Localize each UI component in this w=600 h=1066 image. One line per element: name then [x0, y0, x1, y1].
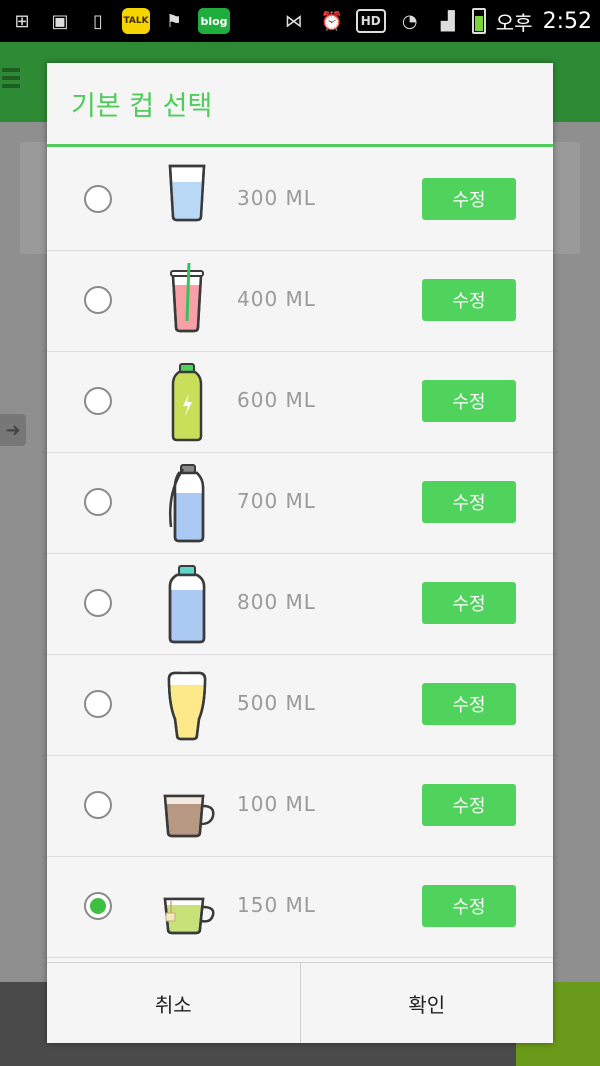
cup-radio[interactable]: [84, 387, 112, 415]
cup-volume: 600 ML: [237, 388, 316, 412]
edit-button[interactable]: 수정: [422, 885, 516, 927]
tea-cup-icon: [163, 897, 215, 935]
straw-cup-icon: [170, 262, 204, 333]
strap-bottle-icon: [169, 464, 205, 543]
cup-volume: 700 ML: [237, 489, 316, 513]
status-bar: ⊞ ▣ ▯ TALK ⚑ blog ⋈ ⏰ HD ◔ ▟ 오후 2:52: [0, 0, 600, 42]
cup-row[interactable]: 600 ML 수정: [47, 352, 553, 453]
coffee-cup-icon: [163, 794, 215, 838]
cup-volume: 300 ML: [237, 186, 316, 210]
nfc-icon: ⋈: [284, 10, 303, 32]
cup-radio[interactable]: [84, 791, 112, 819]
dialog-footer: 취소 확인: [47, 962, 553, 1043]
signal-icon: ▟: [440, 10, 455, 32]
cup-volume: 150 ML: [237, 893, 316, 917]
alarm-icon: ⏰: [320, 10, 343, 32]
water-bottle-icon: [168, 565, 206, 644]
kakao-talk-icon: TALK: [122, 8, 150, 34]
flag-icon: ⚑: [165, 10, 183, 32]
cup-row[interactable]: 150 ML 수정: [47, 857, 553, 958]
clock: 2:52: [542, 8, 592, 34]
glass-icon: [168, 164, 206, 222]
cancel-button[interactable]: 취소: [47, 963, 300, 1043]
cup-icon: ▯: [93, 10, 103, 32]
edit-button[interactable]: 수정: [422, 481, 516, 523]
blog-icon: blog: [198, 8, 230, 34]
cup-volume: 400 ML: [237, 287, 316, 311]
edit-button[interactable]: 수정: [422, 380, 516, 422]
cup-volume: 100 ML: [237, 792, 316, 816]
cup-row[interactable]: 400 ML 수정: [47, 251, 553, 352]
image-icon: ▣: [51, 10, 69, 32]
cup-row[interactable]: 100 ML 수정: [47, 756, 553, 857]
notification-icons: ⊞ ▣ ▯ TALK ⚑ blog: [8, 8, 280, 34]
cup-radio[interactable]: [84, 286, 112, 314]
edit-button[interactable]: 수정: [422, 582, 516, 624]
cup-radio[interactable]: [84, 185, 112, 213]
ampm-label: 오후: [495, 10, 533, 35]
edit-button[interactable]: 수정: [422, 279, 516, 321]
cup-radio[interactable]: [84, 690, 112, 718]
hd-icon: HD: [355, 9, 386, 33]
cup-list: 300 ML 수정 400 ML 수정 600 ML 수정 700 ML 수정 …: [47, 150, 553, 958]
add-icon: ⊞: [14, 10, 30, 32]
cup-row[interactable]: 500 ML 수정: [47, 655, 553, 756]
cup-row[interactable]: 300 ML 수정: [47, 150, 553, 251]
cup-row[interactable]: 700 ML 수정: [47, 453, 553, 554]
cup-select-dialog: 기본 컵 선택 300 ML 수정 400 ML 수정 600 ML 수정 70…: [47, 63, 553, 1043]
dialog-title: 기본 컵 선택: [47, 63, 553, 147]
edit-button[interactable]: 수정: [422, 683, 516, 725]
beer-glass-icon: [167, 670, 207, 741]
wifi-icon: ◔: [401, 10, 418, 32]
cup-row[interactable]: 800 ML 수정: [47, 554, 553, 655]
cup-radio[interactable]: [84, 488, 112, 516]
cup-volume: 800 ML: [237, 590, 316, 614]
battery-icon: [471, 8, 486, 34]
cup-radio-selected[interactable]: [84, 892, 112, 920]
menu-icon: [2, 68, 20, 72]
confirm-button[interactable]: 확인: [299, 963, 554, 1043]
cup-radio[interactable]: [84, 589, 112, 617]
cup-volume: 500 ML: [237, 691, 316, 715]
edit-button[interactable]: 수정: [422, 784, 516, 826]
energy-bottle-icon: [171, 363, 203, 442]
side-arrow-icon: ➜: [0, 414, 26, 446]
edit-button[interactable]: 수정: [422, 178, 516, 220]
